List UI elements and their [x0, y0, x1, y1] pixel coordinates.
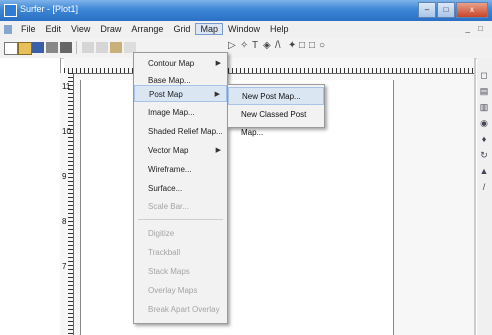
ellipse-tool-icon[interactable]: ○ — [319, 40, 325, 51]
cut-icon[interactable] — [82, 42, 94, 53]
select-tool-icon[interactable]: ▲ — [479, 166, 489, 176]
menu-item-post-map[interactable]: Post Map ▶ — [134, 85, 227, 102]
mdi-window-controls[interactable]: _ □ — [465, 24, 486, 33]
pointer-tool-icon[interactable]: ✧ — [240, 40, 248, 51]
ruler-label: 8 — [62, 217, 67, 226]
menu-item-wireframe[interactable]: Wireframe... — [134, 161, 227, 178]
polygon-tool-icon[interactable]: ◈ — [263, 40, 271, 51]
surfer-app-icon[interactable] — [4, 4, 17, 17]
line-tool-icon[interactable]: / — [479, 182, 489, 192]
edit-tool-icon[interactable]: ◻ — [479, 70, 489, 80]
new-file-icon[interactable] — [4, 42, 18, 55]
menu-window[interactable]: Window — [223, 23, 265, 35]
submenu-arrow-icon: ▶ — [214, 91, 220, 98]
menu-file[interactable]: File — [16, 23, 41, 35]
ruler-label: 11 — [62, 82, 71, 91]
menu-separator — [138, 219, 223, 220]
save-icon[interactable] — [32, 42, 44, 53]
object-manager-panel[interactable] — [0, 58, 61, 335]
toolbar-separator — [76, 41, 77, 54]
menu-item-surface[interactable]: Surface... — [134, 180, 227, 197]
ruler-label: 7 — [62, 262, 67, 271]
minimize-button[interactable]: – — [418, 2, 436, 18]
map-dropdown-menu: Contour Map ▶ Base Map... Post Map ▶ Image… — [133, 52, 228, 324]
property-tool-icon[interactable]: ▤ — [479, 86, 489, 96]
menu-item-digitize[interactable]: Digitize — [134, 225, 227, 242]
vertical-ruler — [60, 73, 74, 335]
copy-icon[interactable] — [96, 42, 108, 53]
ruler-label: 9 — [62, 172, 67, 181]
menu-help[interactable]: Help — [265, 23, 294, 35]
menu-grid[interactable]: Grid — [168, 23, 195, 35]
text-tool-icon[interactable]: T — [252, 40, 258, 51]
menu-map[interactable]: Map — [195, 23, 223, 35]
ruler-label: 10 — [62, 127, 71, 136]
print-icon[interactable] — [60, 42, 72, 53]
menu-item-vector-map[interactable]: Vector Map ▶ — [134, 142, 227, 159]
menu-item-overlay-maps[interactable]: Overlay Maps — [134, 282, 227, 299]
layer-tool-icon[interactable]: ▥ — [479, 102, 489, 112]
menu-item-break-apart-overlay[interactable]: Break Apart Overlay — [134, 301, 227, 318]
menu-edit[interactable]: Edit — [41, 23, 67, 35]
rectangle-tool-icon[interactable]: □ — [299, 40, 305, 51]
arrow-tool-icon[interactable]: ▷ — [228, 40, 236, 51]
submenu-arrow-icon: ▶ — [215, 60, 221, 67]
window-title: Surfer - [Plot1] — [20, 4, 79, 14]
submenu-arrow-icon: ▶ — [215, 147, 221, 154]
menu-item-stack-maps[interactable]: Stack Maps — [134, 263, 227, 280]
menu-view[interactable]: View — [66, 23, 95, 35]
rounded-rectangle-tool-icon[interactable]: □ — [309, 40, 315, 51]
toolbar: ▷ ✧ T ◈ /\ ✦ □ □ ○ — [0, 38, 492, 59]
menu-item-new-classed-post-map[interactable]: New Classed Post Map... — [228, 106, 324, 137]
document-icon[interactable] — [4, 25, 12, 34]
menu-item-scale-bar[interactable]: Scale Bar... — [134, 198, 227, 215]
right-toolbar: ◻ ▤ ▥ ◉ ♦ ↻ ▲ / — [477, 58, 492, 335]
menu-draw[interactable]: Draw — [95, 23, 126, 35]
vertical-scrollbar[interactable] — [474, 58, 476, 335]
print-preview-icon[interactable] — [46, 42, 58, 53]
menu-item-new-post-map[interactable]: New Post Map... — [228, 87, 324, 105]
polyline-tool-icon[interactable]: /\ — [275, 40, 281, 51]
post-map-submenu: New Post Map... New Classed Post Map... — [227, 84, 325, 137]
menu-item-trackball[interactable]: Trackball — [134, 244, 227, 261]
paste-icon[interactable] — [110, 42, 122, 53]
pan-tool-icon[interactable]: ♦ — [479, 134, 489, 144]
menu-arrange[interactable]: Arrange — [126, 23, 168, 35]
horizontal-ruler — [64, 58, 474, 74]
menu-item-image-map[interactable]: Image Map... — [134, 104, 227, 121]
menu-item-shaded-relief-map[interactable]: Shaded Relief Map... — [134, 123, 227, 140]
close-button[interactable]: x — [456, 2, 488, 18]
title-bar: Surfer - [Plot1] – □ x — [0, 0, 492, 21]
open-folder-icon[interactable] — [18, 42, 32, 55]
window-controls: – □ x — [418, 2, 488, 18]
symbol-tool-icon[interactable]: ✦ — [288, 40, 296, 51]
menu-item-contour-map[interactable]: Contour Map ▶ — [134, 55, 227, 72]
rotate-tool-icon[interactable]: ↻ — [479, 150, 489, 160]
zoom-tool-icon[interactable]: ◉ — [479, 118, 489, 128]
maximize-button[interactable]: □ — [437, 2, 455, 18]
menu-bar: File Edit View Draw Arrange Grid Map Win… — [0, 21, 492, 39]
